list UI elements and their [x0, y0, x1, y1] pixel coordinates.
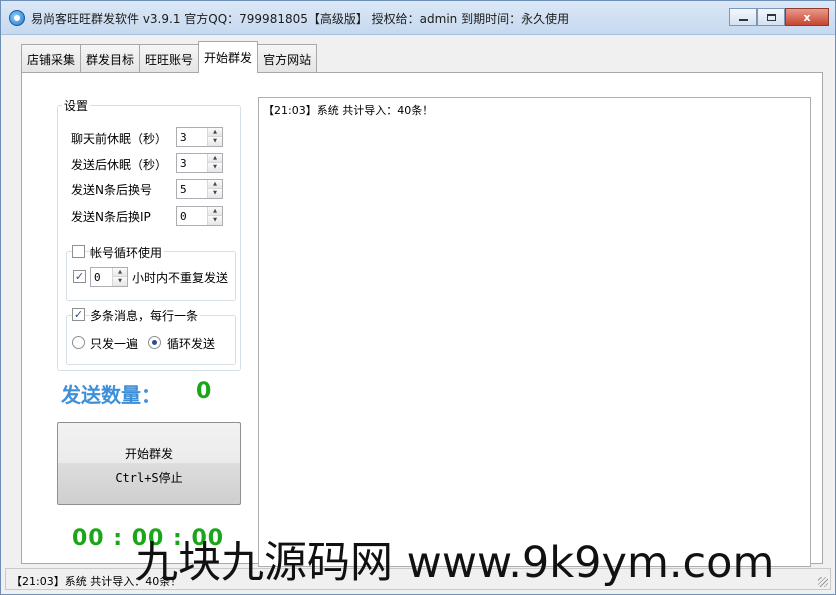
close-icon: x	[803, 10, 811, 24]
maximize-button[interactable]	[757, 8, 785, 26]
sleep-before-chat-value[interactable]: 3	[180, 131, 187, 144]
tab-start-sending[interactable]: 开始群发	[198, 41, 259, 73]
start-sending-button[interactable]: 开始群发 Ctrl+S停止	[57, 422, 241, 505]
start-sending-panel: 设置 聊天前休眠（秒） 3 ▲ ▼ 发送后休眠（秒） 3 ▲ ▼ 发送N条后换号 5…	[21, 72, 823, 567]
multi-message-label: 多条消息，每行一条	[90, 307, 201, 324]
minimize-icon	[738, 19, 748, 21]
multi-message-checkbox[interactable]: ✓	[72, 308, 85, 321]
start-button-label: 开始群发	[124, 447, 173, 461]
sleep-after-send-label: 发送后休眠（秒）	[71, 158, 168, 172]
resize-grip-icon[interactable]	[818, 577, 828, 587]
settings-group-title: 设置	[62, 97, 91, 114]
send-once-radio[interactable]	[72, 336, 85, 349]
account-loop-checkbox[interactable]	[72, 245, 85, 258]
tab-strip: 店铺采集 群发目标 旺旺账号 开始群发 官方网站	[21, 41, 318, 73]
switch-account-after-spinner[interactable]: 5 ▲ ▼	[176, 179, 223, 199]
switch-account-after-value[interactable]: 5	[180, 183, 187, 196]
stop-shortcut-label: Ctrl+S停止	[115, 471, 183, 485]
loop-send-label[interactable]: 循环发送	[167, 335, 215, 352]
sleep-before-chat-spinner[interactable]: 3 ▲ ▼	[176, 127, 223, 147]
minimize-button[interactable]	[729, 8, 757, 26]
spin-up-icon[interactable]: ▲	[208, 154, 222, 163]
spin-down-icon[interactable]: ▼	[208, 163, 222, 172]
spin-up-icon[interactable]: ▲	[208, 128, 222, 137]
tab-wangwang-accounts[interactable]: 旺旺账号	[139, 44, 200, 73]
window-title: 易尚客旺旺群发软件 v3.9.1 官方QQ：799981805【高级版】 授权给…	[31, 12, 570, 26]
no-repeat-label: 小时内不重复发送	[132, 271, 229, 285]
log-output[interactable]: 【21:03】系统 共计导入：40条！	[258, 97, 811, 567]
close-button[interactable]: x	[785, 8, 829, 26]
spin-up-icon[interactable]: ▲	[208, 180, 222, 189]
switch-ip-after-value[interactable]: 0	[180, 210, 187, 223]
log-line: 【21:03】系统 共计导入：40条！	[263, 104, 434, 117]
switch-account-after-label: 发送N条后换号	[71, 183, 152, 197]
main-window: 易尚客旺旺群发软件 v3.9.1 官方QQ：799981805【高级版】 授权给…	[0, 0, 836, 595]
maximize-icon	[766, 13, 776, 21]
loop-send-radio[interactable]	[148, 336, 161, 349]
watermark: 九块九源码网 www.9k9ym.com	[135, 538, 775, 588]
tab-official-website[interactable]: 官方网站	[257, 44, 318, 73]
sleep-before-chat-label: 聊天前休眠（秒）	[71, 132, 168, 146]
app-icon	[9, 10, 25, 26]
send-once-label[interactable]: 只发一遍	[90, 335, 138, 352]
sleep-after-send-value[interactable]: 3	[180, 157, 187, 170]
spin-up-icon[interactable]: ▲	[208, 207, 222, 216]
spin-down-icon[interactable]: ▼	[208, 189, 222, 198]
spin-down-icon[interactable]: ▼	[113, 277, 127, 286]
spin-up-icon[interactable]: ▲	[113, 268, 127, 277]
title-bar[interactable]: 易尚客旺旺群发软件 v3.9.1 官方QQ：799981805【高级版】 授权给…	[1, 1, 835, 35]
no-repeat-hours-value[interactable]: 0	[94, 271, 101, 284]
window-controls: x	[729, 8, 829, 26]
spin-down-icon[interactable]: ▼	[208, 216, 222, 225]
send-count-label: 发送数量：	[61, 383, 161, 407]
tab-send-targets[interactable]: 群发目标	[80, 44, 141, 73]
switch-ip-after-spinner[interactable]: 0 ▲ ▼	[176, 206, 223, 226]
no-repeat-checkbox[interactable]: ✓	[73, 270, 86, 283]
spin-down-icon[interactable]: ▼	[208, 137, 222, 146]
account-loop-label: 帐号循环使用	[90, 244, 165, 261]
send-count-value: 0	[196, 379, 212, 404]
tab-shop-collect[interactable]: 店铺采集	[21, 44, 82, 73]
switch-ip-after-label: 发送N条后换IP	[71, 210, 151, 224]
no-repeat-hours-spinner[interactable]: 0 ▲ ▼	[90, 267, 128, 287]
sleep-after-send-spinner[interactable]: 3 ▲ ▼	[176, 153, 223, 173]
